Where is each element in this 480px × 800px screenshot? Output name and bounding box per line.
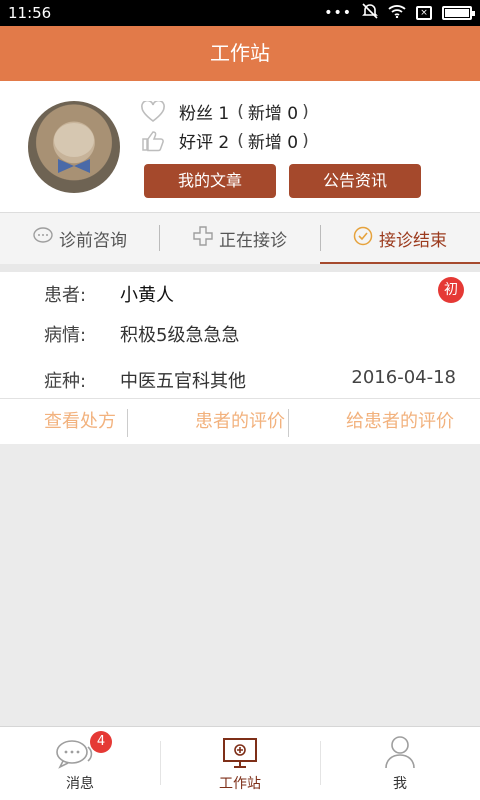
fans-stat: 粉丝 1 ( 新增 0 ) (141, 99, 309, 124)
profile-section: 粉丝 1 ( 新增 0 ) 好评 2 ( 新增 0 ) 我的文章 公告资讯 (0, 81, 480, 212)
fans-paren-open: ( (237, 101, 244, 122)
chat-bubble-icon (33, 226, 53, 250)
nav-me[interactable]: 我 (320, 727, 480, 800)
announcements-button[interactable]: 公告资讯 (289, 164, 421, 198)
patient-key: 患者: (44, 285, 87, 306)
condition-row: 病情: 积极5级急急急 (44, 321, 239, 347)
rating-paren-close: ) (302, 130, 309, 151)
patient-row: 患者: 小黄人 (44, 281, 174, 307)
more-dots-icon: ••• (324, 5, 352, 21)
rating-label: 好评 2 (179, 133, 230, 153)
rating-new: 新增 0 (247, 133, 299, 153)
type-key: 症种: (44, 371, 87, 392)
patient-value: 小黄人 (120, 285, 174, 306)
fans-paren-close: ) (302, 101, 309, 122)
heart-icon (141, 99, 165, 123)
condition-key: 病情: (44, 325, 87, 346)
rating-stat: 好评 2 ( 新增 0 ) (141, 128, 309, 153)
fans-label: 粉丝 1 (179, 104, 230, 124)
tab-label: 诊前咨询 (59, 230, 127, 251)
type-row: 症种: 中医五官科其他 (44, 367, 246, 393)
consult-tabs: 诊前咨询 正在接诊 接诊结束 (0, 212, 480, 265)
tabs-shadow (0, 264, 480, 272)
thumbs-up-icon (141, 130, 165, 152)
status-time: 11:56 (8, 4, 52, 22)
record-actions: 查看处方 患者的评价 给患者的评价 (0, 398, 480, 444)
record-date: 2016-04-18 (351, 367, 456, 388)
review-patient-link[interactable]: 给患者的评价 (320, 399, 480, 444)
status-icons: ••• × (324, 3, 475, 23)
condition-value: 积极5级急急急 (120, 325, 240, 346)
messages-badge: 4 (90, 731, 112, 753)
fans-new: 新增 0 (247, 104, 299, 124)
avatar-face (54, 123, 94, 157)
tab-consult-ended[interactable]: 接诊结束 (320, 213, 480, 263)
nav-label: 消息 (66, 776, 94, 792)
nav-label: 工作站 (219, 776, 261, 792)
tab-label: 接诊结束 (379, 230, 447, 251)
tab-in-consult[interactable]: 正在接诊 (160, 213, 320, 263)
view-prescription-link[interactable]: 查看处方 (0, 399, 160, 444)
action-divider (288, 409, 289, 437)
nav-workstation[interactable]: 工作站 (160, 727, 320, 800)
rating-paren-open: ( (237, 130, 244, 151)
first-visit-badge: 初 (438, 277, 464, 303)
alarm-off-icon (362, 3, 378, 23)
status-bar: 11:56 ••• × (0, 0, 480, 26)
app-header: 工作站 (0, 26, 480, 81)
nav-messages[interactable]: 4 消息 (0, 727, 160, 800)
tab-pre-consult[interactable]: 诊前咨询 (0, 213, 160, 263)
sim-icon: × (416, 6, 432, 20)
patient-review-link[interactable]: 患者的评价 (160, 399, 320, 444)
avatar-bow (58, 159, 90, 173)
type-value: 中医五官科其他 (120, 371, 246, 392)
tab-label: 正在接诊 (219, 230, 287, 251)
action-divider (127, 409, 128, 437)
my-articles-button[interactable]: 我的文章 (144, 164, 276, 198)
person-icon (384, 735, 416, 773)
bottom-nav: 4 消息 工作站 我 (0, 726, 480, 800)
consult-record-card[interactable]: 患者: 小黄人 初 病情: 积极5级急急急 症种: 中医五官科其他 2016-04-1… (0, 272, 480, 444)
check-circle-icon (353, 226, 373, 251)
page-title: 工作站 (210, 41, 270, 65)
monitor-icon (222, 737, 258, 773)
wifi-icon (388, 4, 406, 22)
avatar[interactable] (28, 101, 120, 193)
battery-icon (442, 6, 475, 20)
nav-label: 我 (393, 776, 407, 792)
medical-cross-icon (193, 225, 213, 251)
